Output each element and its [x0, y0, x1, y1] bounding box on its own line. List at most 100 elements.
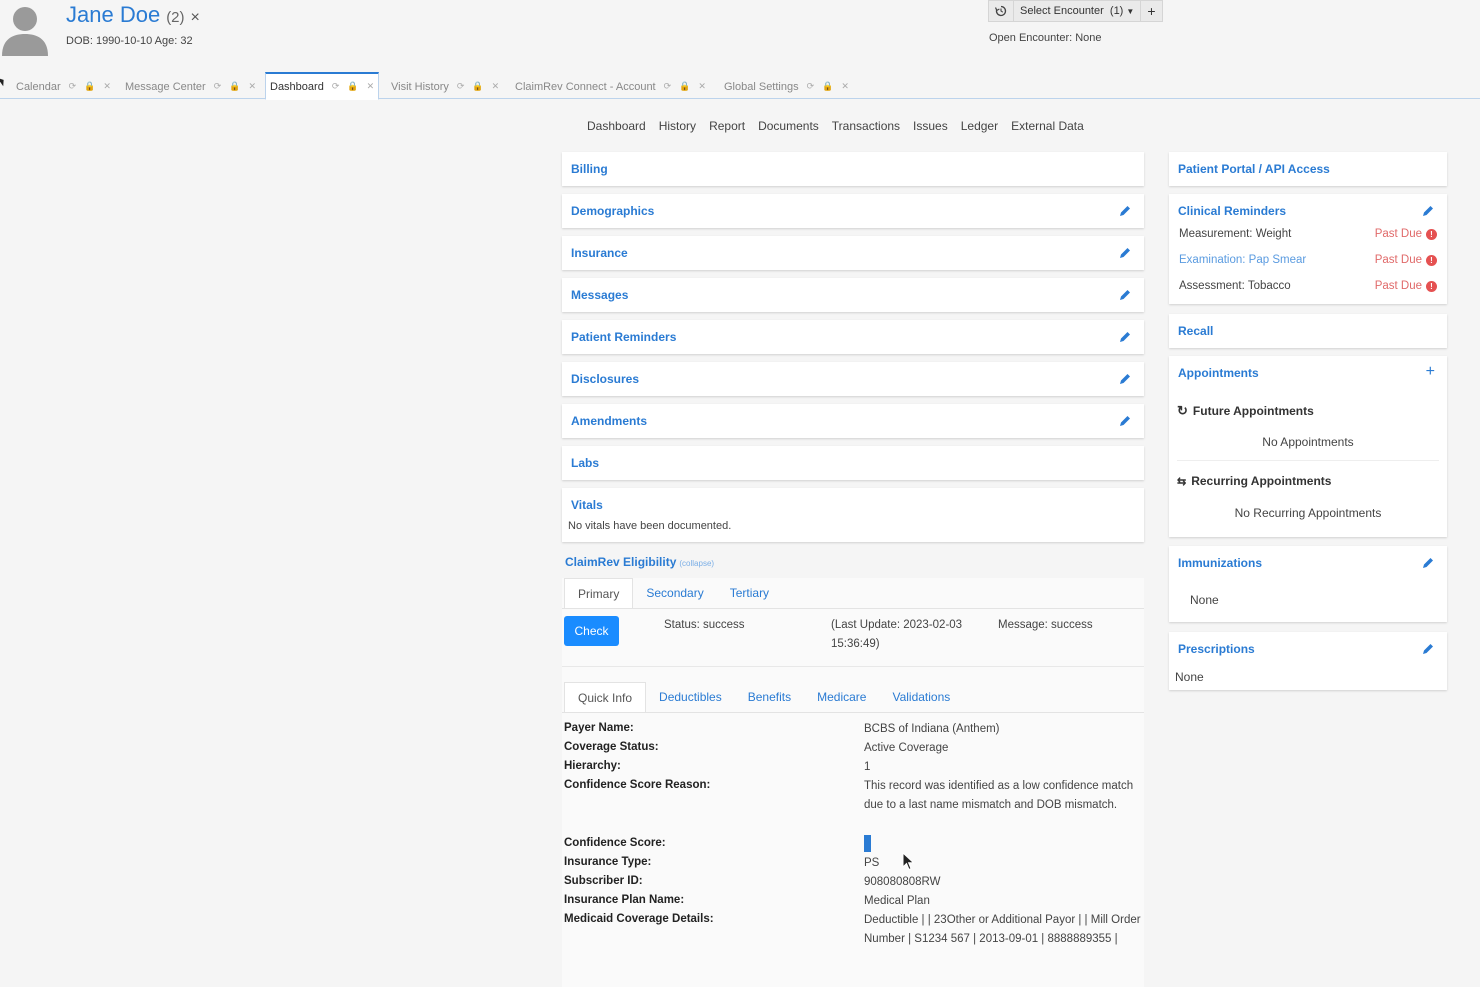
refresh-icon[interactable]: ⟳: [332, 81, 340, 92]
appointments-title[interactable]: Appointments: [1178, 366, 1259, 380]
refresh-icon[interactable]: ⟳: [214, 81, 222, 92]
payer-name-label: Payer Name:: [564, 722, 634, 734]
hierarchy-label: Hierarchy:: [564, 760, 621, 772]
tab-calendar[interactable]: Calendar ⟳ 🔒 ✕: [12, 74, 115, 99]
close-icon[interactable]: ✕: [103, 81, 111, 92]
confidence-score-label: Confidence Score:: [564, 837, 666, 849]
medicaid-details-label: Medicaid Coverage Details:: [564, 913, 714, 925]
lock-icon[interactable]: 🔒: [229, 81, 240, 92]
subnav-external-data[interactable]: External Data: [1011, 119, 1084, 133]
labs-title[interactable]: Labs: [571, 456, 599, 470]
close-icon[interactable]: ✕: [248, 81, 256, 92]
select-encounter-dropdown[interactable]: Select Encounter (1) ▼: [1014, 1, 1142, 21]
pencil-icon[interactable]: [1118, 372, 1132, 386]
pencil-icon[interactable]: [1118, 288, 1132, 302]
tab-deductibles[interactable]: Deductibles: [646, 682, 735, 712]
payer-name-value: BCBS of Indiana (Anthem): [864, 723, 1000, 735]
close-icon[interactable]: ✕: [492, 81, 500, 92]
divider: [1177, 460, 1439, 461]
refresh-icon[interactable]: ⟳: [69, 81, 77, 92]
refresh-icon[interactable]: ⟳: [457, 81, 465, 92]
tab-benefits[interactable]: Benefits: [735, 682, 804, 712]
disclosures-title[interactable]: Disclosures: [571, 372, 639, 386]
disclosures-card: Disclosures: [562, 362, 1144, 396]
lock-icon[interactable]: 🔒: [84, 81, 95, 92]
subnav-dashboard[interactable]: Dashboard: [587, 119, 646, 133]
clinical-reminders-card: Clinical Reminders Measurement: Weight P…: [1169, 194, 1447, 304]
confidence-reason-value: This record was identified as a low conf…: [864, 780, 1134, 811]
eligibility-title-text: ClaimRev Eligibility: [565, 555, 677, 569]
subnav-history[interactable]: History: [659, 119, 696, 133]
lock-icon[interactable]: 🔒: [822, 81, 833, 92]
avatar: [2, 7, 48, 56]
tab-quick-info[interactable]: Quick Info: [564, 682, 647, 712]
tab-visit-history[interactable]: Visit History ⟳ 🔒 ✕: [387, 74, 503, 99]
status-text: Status: success: [664, 619, 745, 631]
tab-medicare[interactable]: Medicare: [804, 682, 879, 712]
text-selection: [864, 835, 871, 853]
vitals-title[interactable]: Vitals: [571, 498, 603, 512]
subnav-issues[interactable]: Issues: [913, 119, 948, 133]
subnav-documents[interactable]: Documents: [758, 119, 819, 133]
lock-icon[interactable]: 🔒: [347, 81, 358, 92]
messages-title[interactable]: Messages: [571, 288, 628, 302]
tab-validations[interactable]: Validations: [879, 682, 963, 712]
pencil-icon[interactable]: [1118, 204, 1132, 218]
close-icon[interactable]: ✕: [367, 81, 375, 92]
patient-portal-title[interactable]: Patient Portal / API Access: [1178, 162, 1330, 176]
tab-label: Calendar: [16, 80, 61, 93]
pencil-icon[interactable]: [1421, 204, 1435, 218]
recurring-appointments-header: ⇆ Recurring Appointments: [1177, 474, 1331, 488]
select-encounter-count: (1): [1109, 5, 1124, 17]
close-patient-button[interactable]: ×: [191, 9, 200, 26]
patient-count: (2): [166, 9, 185, 26]
immunizations-title[interactable]: Immunizations: [1178, 556, 1262, 570]
patient-name[interactable]: Jane Doe: [66, 2, 160, 27]
pencil-icon[interactable]: [1118, 330, 1132, 344]
subnav-transactions[interactable]: Transactions: [832, 119, 900, 133]
insurance-title[interactable]: Insurance: [571, 246, 628, 260]
recall-title[interactable]: Recall: [1178, 324, 1213, 338]
tab-global-settings[interactable]: Global Settings ⟳ 🔒 ✕: [720, 74, 853, 99]
check-button[interactable]: Check: [564, 616, 619, 646]
collapse-link[interactable]: (collapse): [679, 559, 714, 568]
add-encounter-button[interactable]: +: [1141, 1, 1161, 21]
lock-icon[interactable]: 🔒: [472, 81, 483, 92]
patient-reminders-card: Patient Reminders: [562, 320, 1144, 354]
confidence-score-value[interactable]: [864, 835, 871, 854]
clinical-reminders-title[interactable]: Clinical Reminders: [1178, 204, 1286, 218]
alert-icon: !: [1426, 280, 1437, 292]
pencil-icon[interactable]: [1421, 556, 1435, 570]
tab-secondary[interactable]: Secondary: [633, 578, 716, 608]
tab-dashboard[interactable]: Dashboard ⟳ 🔒 ✕: [265, 72, 380, 100]
tab-primary[interactable]: Primary: [564, 578, 634, 608]
close-icon[interactable]: ✕: [698, 81, 706, 92]
demographics-title[interactable]: Demographics: [571, 204, 654, 218]
tab-claimrev-connect[interactable]: ClaimRev Connect - Account ⟳ 🔒 ✕: [511, 74, 710, 99]
amendments-title[interactable]: Amendments: [571, 414, 647, 428]
dashboard-subnav: Dashboard History Report Documents Trans…: [587, 119, 1084, 133]
plan-name-value: Medical Plan: [864, 895, 930, 907]
lock-icon[interactable]: 🔒: [679, 81, 690, 92]
tab-message-center[interactable]: Message Center ⟳ 🔒 ✕: [121, 74, 260, 99]
history-icon[interactable]: [989, 1, 1014, 21]
refresh-icon[interactable]: ⟳: [807, 81, 815, 92]
pencil-icon[interactable]: [1118, 246, 1132, 260]
past-due-text: Past Due: [1374, 228, 1422, 240]
demographics-card: Demographics: [562, 194, 1144, 228]
pencil-icon[interactable]: [1118, 414, 1132, 428]
caret-down-icon: ▼: [1126, 6, 1135, 16]
refresh-icon[interactable]: ⟳: [664, 81, 672, 92]
message-text: Message: success: [998, 619, 1093, 631]
add-appointment-button[interactable]: +: [1426, 363, 1435, 381]
tab-tertiary[interactable]: Tertiary: [717, 578, 782, 608]
prescriptions-title[interactable]: Prescriptions: [1178, 642, 1255, 656]
close-icon[interactable]: ✕: [841, 81, 849, 92]
billing-title[interactable]: Billing: [571, 162, 608, 176]
reminder-name-link[interactable]: Examination: Pap Smear: [1179, 254, 1306, 266]
pencil-icon[interactable]: [1421, 642, 1435, 656]
subnav-report[interactable]: Report: [709, 119, 745, 133]
subnav-ledger[interactable]: Ledger: [961, 119, 998, 133]
eligibility-title: ClaimRev Eligibility (collapse): [565, 555, 714, 569]
patient-reminders-title[interactable]: Patient Reminders: [571, 330, 676, 344]
